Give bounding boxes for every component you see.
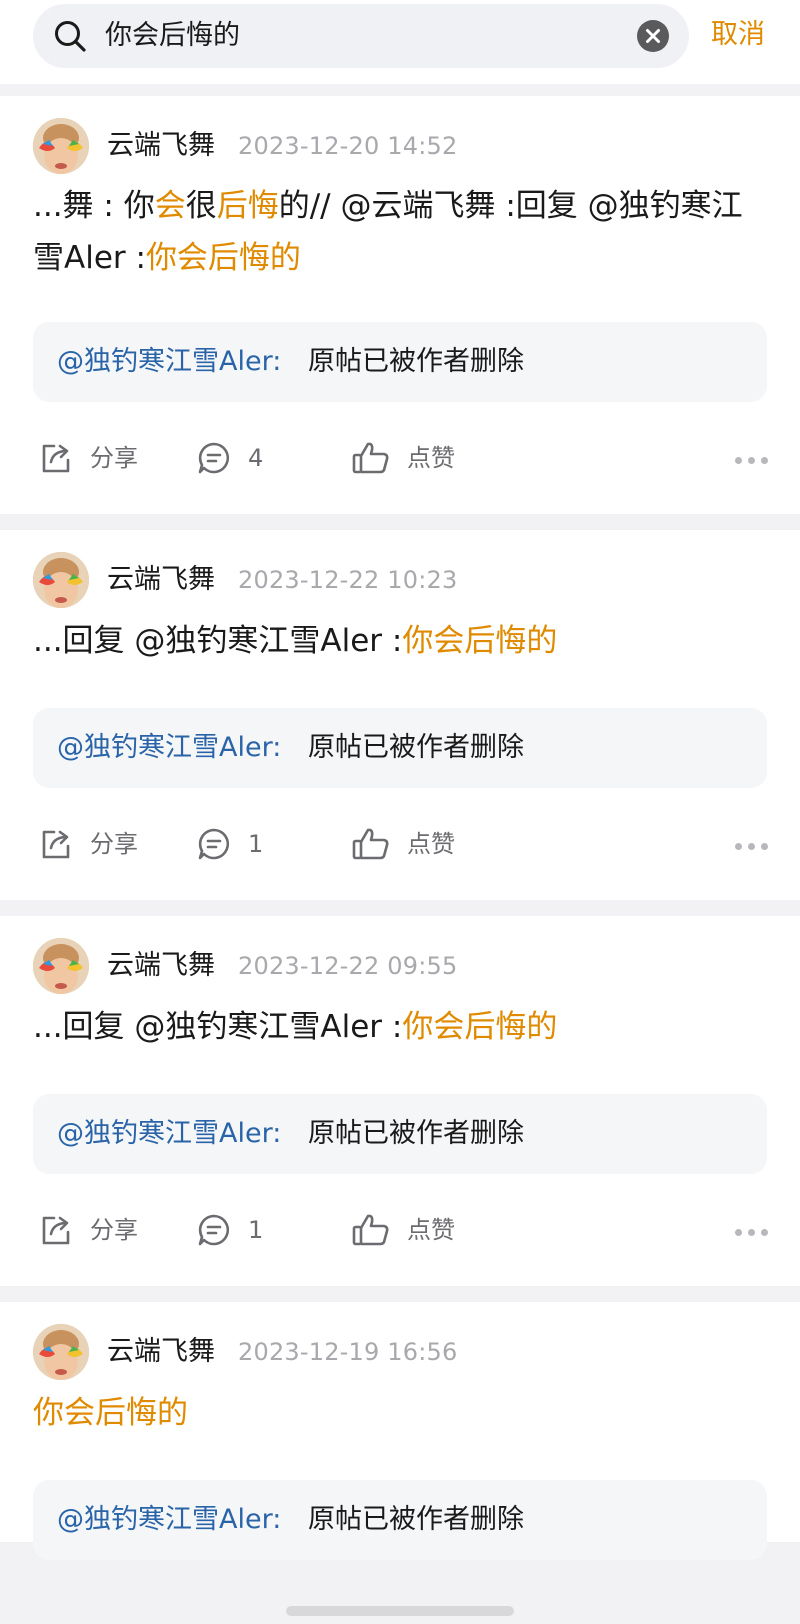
share-icon xyxy=(42,830,70,859)
thumbs-up-icon xyxy=(352,828,389,860)
post-content[interactable]: 你会后悔的 xyxy=(33,1387,773,1439)
post-date: 2023-12-19 16:56 xyxy=(238,1338,458,1366)
quote-mention[interactable]: @独钓寒江雪Aler: xyxy=(57,730,281,766)
quoted-post[interactable]: @独钓寒江雪Aler: 原帖已被作者删除 xyxy=(33,1480,767,1560)
highlight-text: 会 xyxy=(154,188,186,224)
home-indicator xyxy=(286,1606,514,1616)
search-input[interactable]: 你会后悔的 xyxy=(105,18,240,54)
post-card: 云端飞舞 2023-12-20 14:52 ...舞 : 你会很后悔的// @云端飞… xyxy=(0,96,800,514)
post-date: 2023-12-22 10:23 xyxy=(238,566,458,594)
comment-icon xyxy=(198,828,230,860)
comment-button[interactable]: 4 xyxy=(196,440,263,476)
like-button[interactable]: 点赞 xyxy=(351,1212,455,1248)
comment-icon xyxy=(198,442,230,474)
comment-button[interactable]: 1 xyxy=(196,1212,263,1248)
quote-text: 原帖已被作者删除 xyxy=(308,1504,524,1535)
like-label: 点赞 xyxy=(407,444,455,472)
quote-text: 原帖已被作者删除 xyxy=(308,346,524,377)
content-text: 很 xyxy=(185,188,217,224)
post-card: 云端飞舞 2023-12-22 10:23 ...回复 @独钓寒江雪Aler :你会… xyxy=(0,530,800,900)
post-content[interactable]: ...回复 @独钓寒江雪Aler :你会后悔的 xyxy=(33,615,773,667)
highlight-text: 你会后悔的 xyxy=(33,1395,188,1431)
quote-mention[interactable]: @独钓寒江雪Aler: xyxy=(57,344,281,380)
thumbs-up-icon xyxy=(352,442,389,474)
share-label: 分享 xyxy=(90,1216,138,1244)
more-options-icon[interactable] xyxy=(735,1229,768,1236)
post-content[interactable]: ...舞 : 你会很后悔的// @云端飞舞 :回复 @独钓寒江雪Aler :你会… xyxy=(33,180,773,284)
post-card: 云端飞舞 2023-12-19 16:56 你会后悔的 @独钓寒江雪Aler: 原帖已被… xyxy=(0,1302,800,1560)
search-header: 你会后悔的 取消 xyxy=(0,0,800,84)
comment-icon xyxy=(198,1214,230,1246)
search-icon xyxy=(55,21,86,52)
more-options-icon[interactable] xyxy=(735,457,768,464)
quoted-post[interactable]: @独钓寒江雪Aler: 原帖已被作者删除 xyxy=(33,1094,767,1174)
content-text: ...舞 : 你 xyxy=(33,188,155,224)
author-name[interactable]: 云端飞舞 xyxy=(107,948,215,984)
avatar[interactable] xyxy=(33,118,89,174)
post-card: 云端飞舞 2023-12-22 09:55 ...回复 @独钓寒江雪Aler :你会… xyxy=(0,916,800,1286)
author-name[interactable]: 云端飞舞 xyxy=(107,1334,215,1370)
quote-mention[interactable]: @独钓寒江雪Aler: xyxy=(57,1502,281,1538)
share-icon xyxy=(42,1216,70,1245)
share-button[interactable]: 分享 xyxy=(38,440,138,476)
highlight-text: 后悔 xyxy=(216,188,279,224)
quote-mention[interactable]: @独钓寒江雪Aler: xyxy=(57,1116,281,1152)
quote-text: 原帖已被作者删除 xyxy=(308,732,524,763)
avatar[interactable] xyxy=(33,938,89,994)
share-icon xyxy=(42,444,70,473)
avatar[interactable] xyxy=(33,1324,89,1380)
quoted-post[interactable]: @独钓寒江雪Aler: 原帖已被作者删除 xyxy=(33,708,767,788)
comment-count: 1 xyxy=(248,830,264,858)
post-date: 2023-12-20 14:52 xyxy=(238,132,458,160)
author-name[interactable]: 云端飞舞 xyxy=(107,128,215,164)
author-name[interactable]: 云端飞舞 xyxy=(107,562,215,598)
avatar[interactable] xyxy=(33,552,89,608)
cancel-button[interactable]: 取消 xyxy=(711,16,765,54)
like-label: 点赞 xyxy=(407,830,455,858)
search-box[interactable]: 你会后悔的 xyxy=(33,4,689,68)
highlight-text: 你会后悔的 xyxy=(402,623,558,659)
post-content[interactable]: ...回复 @独钓寒江雪Aler :你会后悔的 xyxy=(33,1001,773,1053)
content-text: ...回复 @独钓寒江雪Aler : xyxy=(33,1009,403,1045)
share-button[interactable]: 分享 xyxy=(38,1212,138,1248)
more-options-icon[interactable] xyxy=(735,843,768,850)
clear-icon[interactable] xyxy=(637,20,669,52)
like-label: 点赞 xyxy=(407,1216,455,1244)
quoted-post[interactable]: @独钓寒江雪Aler: 原帖已被作者删除 xyxy=(33,322,767,402)
highlight-text: 你会后悔的 xyxy=(402,1009,558,1045)
content-text: ...回复 @独钓寒江雪Aler : xyxy=(33,623,403,659)
comment-count: 1 xyxy=(248,1216,264,1244)
thumbs-up-icon xyxy=(352,1214,389,1246)
share-button[interactable]: 分享 xyxy=(38,826,138,862)
like-button[interactable]: 点赞 xyxy=(351,826,455,862)
post-date: 2023-12-22 09:55 xyxy=(238,952,458,980)
share-label: 分享 xyxy=(90,830,138,858)
like-button[interactable]: 点赞 xyxy=(351,440,455,476)
share-label: 分享 xyxy=(90,444,138,472)
quote-text: 原帖已被作者删除 xyxy=(308,1118,524,1149)
comment-count: 4 xyxy=(248,444,264,472)
comment-button[interactable]: 1 xyxy=(196,826,263,862)
highlight-text: 你会后悔的 xyxy=(145,240,301,276)
